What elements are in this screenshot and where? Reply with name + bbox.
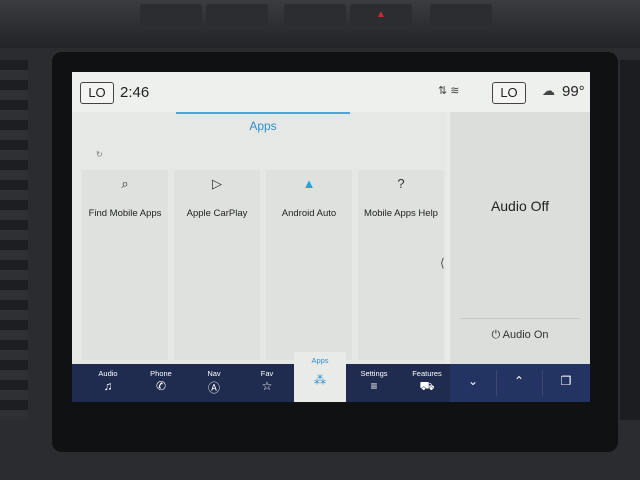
truck-icon: ⛟ [419,379,435,393]
hw-seat-button[interactable] [206,4,268,26]
apps-tab-indicator [176,112,350,114]
apps-title: Apps [249,119,277,133]
music-note-icon: ♫ [103,379,113,393]
tile-label: Mobile Apps Help [364,208,438,219]
nav-divider [542,370,543,396]
cloud-icon: ☁ [542,83,555,98]
nav-label: Phone [150,369,172,378]
hw-lock-button[interactable] [284,4,346,26]
carplay-icon: ▷ [212,176,222,191]
hw-traction-button[interactable] [430,4,492,26]
nav-settings[interactable]: Settings ≡ [348,364,400,402]
nav-label: Audio [98,369,118,378]
apps-grid-icon: ⁂ [314,373,326,387]
passenger-temp-button[interactable]: LO [492,82,526,104]
nav-phone[interactable]: Phone ✆ [135,364,187,402]
tile-label: Android Auto [281,208,337,219]
nav-label: Fav [260,369,274,378]
star-icon: ☆ [261,379,273,393]
tile-mobile-apps-help[interactable]: ? Mobile Apps Help [358,170,444,360]
nav-chevron-down[interactable]: ⌄ [450,364,496,402]
power-icon: ⏻ [491,329,501,341]
nav-nav[interactable]: Nav Ⓐ [188,364,240,402]
left-air-vent [0,60,28,420]
chevron-down-icon: ⌄ [467,374,479,388]
infotainment-screen: LO 2:46 ⇅ ≋ LO ☁ 99° Apps ↻ ⌕ Find Mobil… [72,72,590,402]
tile-label: Apple CarPlay [186,208,248,219]
nav-features[interactable]: Features ⛟ [401,364,453,402]
nav-divider [496,370,497,396]
help-icon: ? [397,176,405,191]
phone-icon: ✆ [155,379,167,393]
clock: 2:46 [120,84,150,101]
app-tiles: ⌕ Find Mobile Apps ▷ Apple CarPlay ▲ And… [82,170,444,360]
nav-chevron-up[interactable]: ⌃ [496,364,542,402]
tile-android-auto[interactable]: ▲ Android Auto [266,170,352,360]
apps-panel: Apps ↻ ⌕ Find Mobile Apps ▷ Apple CarPla… [72,112,446,364]
bottom-nav-bar: Audio ♫ Phone ✆ Nav Ⓐ Fav ☆ Apps ⁂ Setti… [72,352,590,402]
driver-temp-button[interactable]: LO [80,82,114,104]
chevron-left-icon[interactable]: ⟨ [440,256,445,270]
tile-apple-carplay[interactable]: ▷ Apple CarPlay [174,170,260,360]
settings-sliders-icon: ≡ [370,379,378,393]
audio-on-label: Audio On [502,329,549,341]
search-apps-icon: ⌕ [121,176,129,191]
audio-status: Audio Off [490,198,550,214]
refresh-icon: ↻ [96,150,103,159]
nav-label: Features [412,369,442,378]
status-bar: LO 2:46 ⇅ ≋ LO ☁ 99° [72,72,590,112]
outside-temperature: 99° [562,83,585,100]
nav-split-screen[interactable]: ❐ [542,364,590,402]
nav-fav[interactable]: Fav ☆ [241,364,293,402]
signal-icon: ⇅ ≋ [438,85,460,97]
tile-label: Find Mobile Apps [88,208,162,219]
android-auto-icon: ▲ [302,176,316,191]
split-screen-icon: ❐ [560,374,572,388]
nav-audio[interactable]: Audio ♫ [82,364,134,402]
audio-on-button[interactable]: ⏻ Audio On [460,318,580,350]
hw-hazard-button[interactable]: ▲ [350,4,412,26]
nav-label: Nav [207,369,221,378]
audio-panel: Audio Off ⏻ Audio On [450,112,590,364]
navigation-icon: Ⓐ [207,381,220,395]
nav-label: Settings [360,369,388,378]
chevron-up-icon: ⌃ [513,374,525,388]
tile-find-mobile-apps[interactable]: ⌕ Find Mobile Apps [82,170,168,360]
dashboard-top: ▲ [0,0,640,48]
hw-climate-button[interactable] [140,4,202,26]
right-air-vent [620,60,640,420]
nav-label: Apps [311,356,329,365]
nav-apps[interactable]: Apps ⁂ [294,352,346,402]
